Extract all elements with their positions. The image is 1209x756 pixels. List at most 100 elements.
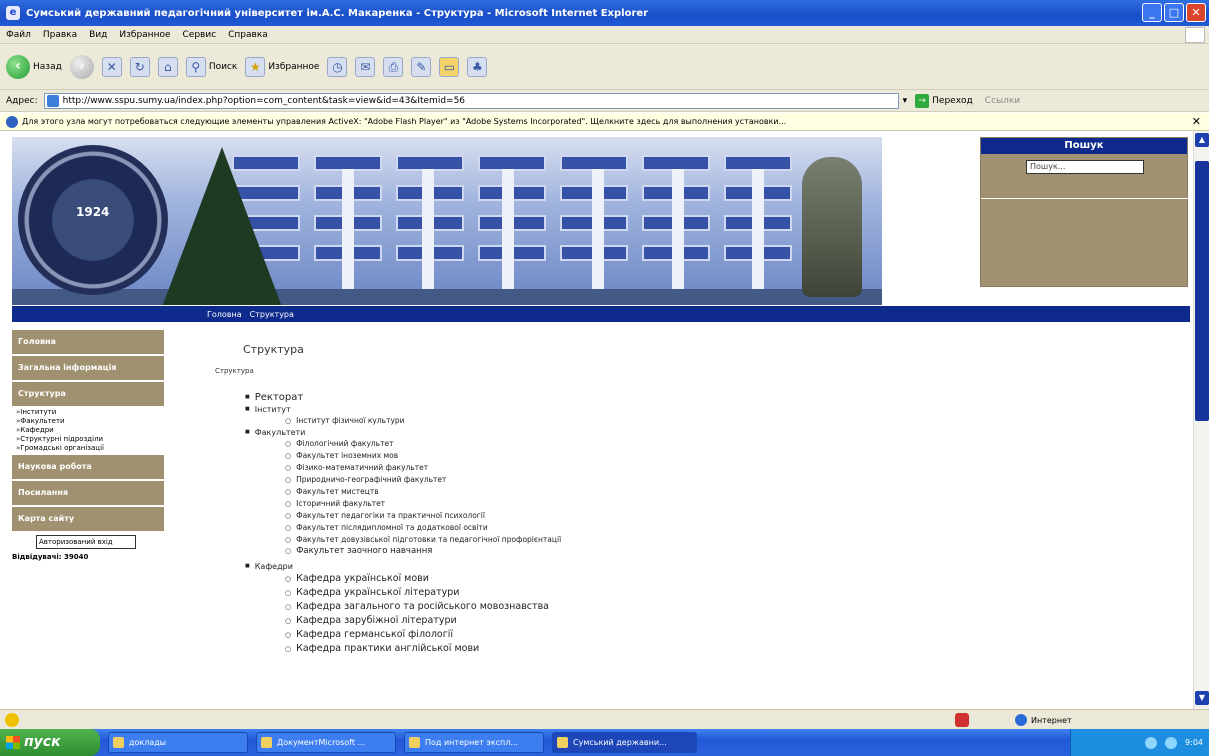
- list-item[interactable]: Факультет заочного навчання: [285, 546, 561, 557]
- menu-edit[interactable]: Правка: [43, 30, 77, 40]
- forward-button[interactable]: ›: [69, 54, 94, 79]
- list-item[interactable]: Кафедра української мови: [285, 572, 561, 586]
- sidebar-sub-departments[interactable]: Кафедри: [16, 426, 164, 435]
- sidebar-item-structure[interactable]: Структура: [12, 382, 164, 406]
- list-item[interactable]: Кафедра зарубіжної літератури: [285, 614, 561, 628]
- activex-infobar[interactable]: Для этого узла могут потребоваться следу…: [0, 113, 1209, 131]
- links-label[interactable]: Ссылки: [985, 96, 1020, 106]
- status-bar: Интернет: [0, 709, 1209, 729]
- scroll-thumb[interactable]: [1195, 161, 1209, 421]
- tray-icon[interactable]: [1145, 736, 1158, 749]
- sidebar-item-research[interactable]: Наукова робота: [12, 455, 164, 479]
- sidebar-item-general[interactable]: Загальна інформація: [12, 356, 164, 380]
- list-item[interactable]: Кафедра практики англійської мови: [285, 642, 561, 656]
- go-label: Переход: [932, 95, 973, 106]
- list-item[interactable]: Історичний факультет: [285, 498, 561, 510]
- infobar-text: Для этого узла могут потребоваться следу…: [22, 117, 787, 126]
- popup-blocked-icon[interactable]: [955, 713, 969, 727]
- maximize-button[interactable]: □: [1164, 3, 1184, 22]
- address-input[interactable]: http://www.sspu.sumy.ua/index.php?option…: [43, 92, 899, 109]
- university-banner: 1924: [12, 137, 882, 305]
- structure-list: Ректорат Інститут Інститут фізичної куль…: [245, 391, 561, 656]
- vertical-scrollbar[interactable]: ▲ ▼: [1193, 131, 1209, 709]
- menu-favorites[interactable]: Избранное: [119, 30, 170, 40]
- task-item-ie-1[interactable]: Под интернет экспл...: [404, 732, 544, 753]
- emblem-year: 1924: [76, 205, 110, 219]
- login-button[interactable]: Авторизований вхід: [36, 535, 136, 549]
- back-button[interactable]: ‹ Назад: [6, 54, 62, 79]
- search-button[interactable]: ⚲ Поиск: [185, 56, 238, 77]
- history-icon[interactable]: ◷: [327, 56, 348, 77]
- list-item[interactable]: Філологічний факультет: [285, 438, 561, 450]
- page-viewport: 1924 Пошук Пошук... Головна Структура Го…: [0, 131, 1193, 709]
- task-item-ie-2[interactable]: Сумський державни...: [552, 732, 697, 753]
- visitor-counter: Відвідувачі: 39040: [12, 553, 89, 561]
- infobar-close-icon[interactable]: ✕: [1192, 115, 1201, 128]
- list-item[interactable]: Кафедра української літератури: [285, 586, 561, 600]
- monument-bust-image: [802, 157, 862, 297]
- print-icon[interactable]: ⎙: [383, 56, 404, 77]
- start-label: пуск: [24, 734, 61, 750]
- list-item[interactable]: Факультет мистецтв: [285, 486, 561, 498]
- sidebar-sub-units[interactable]: Структурні підрозділи: [16, 435, 164, 444]
- scroll-up-icon[interactable]: ▲: [1195, 133, 1209, 147]
- list-item[interactable]: Факультет післядипломної та додаткової о…: [285, 522, 561, 534]
- stop-icon[interactable]: ✕: [101, 56, 122, 77]
- favorites-label: Избранное: [268, 61, 320, 72]
- list-item-rectorate[interactable]: Ректорат: [245, 391, 561, 404]
- search-input[interactable]: Пошук...: [1026, 160, 1144, 174]
- menu-view[interactable]: Вид: [89, 30, 107, 40]
- clock: 9:04: [1185, 738, 1203, 747]
- globe-icon: [1015, 714, 1027, 726]
- list-item-institute[interactable]: Інститут: [245, 404, 561, 415]
- start-button[interactable]: пуск: [0, 729, 100, 756]
- sidebar-sub-institutes[interactable]: Інститути: [16, 408, 164, 417]
- list-item[interactable]: Факультет педагогіки та практичної психо…: [285, 510, 561, 522]
- sidebar-item-links[interactable]: Посилання: [12, 481, 164, 505]
- menu-tools[interactable]: Сервис: [183, 30, 217, 40]
- minimize-button[interactable]: _: [1142, 3, 1162, 22]
- list-item-faculties[interactable]: Факультети: [245, 427, 561, 438]
- address-dropdown-icon[interactable]: ▾: [903, 96, 908, 106]
- windows-flag-icon: [6, 736, 20, 749]
- toolbar: ‹ Назад › ✕ ↻ ⌂ ⚲ Поиск ★ Избранное ◷ ✉ …: [0, 44, 1209, 90]
- close-button[interactable]: ✕: [1186, 3, 1206, 22]
- edit-icon[interactable]: ✎: [411, 56, 432, 77]
- sidebar-sub-organizations[interactable]: Громадські організації: [16, 444, 164, 453]
- sidebar: Головна Загальна інформація Структура Ін…: [12, 330, 164, 561]
- search-label: Поиск: [208, 61, 238, 72]
- star-icon: ★: [245, 56, 266, 77]
- search-panel: Пошук Пошук...: [980, 137, 1189, 287]
- breadcrumb-current: Структура: [249, 309, 294, 319]
- refresh-icon[interactable]: ↻: [129, 56, 150, 77]
- list-item[interactable]: Кафедра германської філології: [285, 628, 561, 642]
- list-item[interactable]: Факультет довузівської підготовки та пед…: [285, 534, 561, 546]
- task-item-word[interactable]: ДокументMicrosoft ...: [256, 732, 396, 753]
- list-item[interactable]: Інститут фізичної культури: [285, 415, 561, 427]
- sidebar-item-sitemap[interactable]: Карта сайту: [12, 507, 164, 531]
- sidebar-item-main[interactable]: Головна: [12, 330, 164, 354]
- list-item[interactable]: Факультет іноземних мов: [285, 450, 561, 462]
- list-item-departments[interactable]: Кафедри: [245, 561, 561, 572]
- tray-icon[interactable]: [1165, 736, 1178, 749]
- info-icon: [6, 115, 18, 128]
- scroll-down-icon[interactable]: ▼: [1195, 691, 1209, 705]
- home-icon[interactable]: ⌂: [157, 56, 178, 77]
- go-button[interactable]: → Переход: [915, 93, 973, 108]
- sidebar-sub-faculties[interactable]: Факультети: [16, 417, 164, 426]
- list-item[interactable]: Природничо-географічний факультет: [285, 474, 561, 486]
- mail-icon[interactable]: ✉: [355, 56, 376, 77]
- list-item[interactable]: Фізико-математичний факультет: [285, 462, 561, 474]
- menu-file[interactable]: Файл: [6, 30, 31, 40]
- sidebar-submenu: Інститути Факультети Кафедри Структурні …: [12, 408, 164, 453]
- window-titlebar[interactable]: e Сумський державний педагогічний універ…: [0, 0, 1209, 26]
- page-title: Структура: [243, 343, 304, 356]
- messenger-icon[interactable]: ♣: [467, 56, 488, 77]
- menu-help[interactable]: Справка: [228, 30, 268, 40]
- folder-icon[interactable]: ▭: [439, 56, 460, 77]
- list-item[interactable]: Кафедра загального та російського мовозн…: [285, 600, 561, 614]
- breadcrumb-home[interactable]: Головна: [207, 310, 242, 319]
- system-tray: 9:04: [1070, 729, 1209, 756]
- favorites-button[interactable]: ★ Избранное: [245, 56, 320, 77]
- task-item-folder[interactable]: доклады: [108, 732, 248, 753]
